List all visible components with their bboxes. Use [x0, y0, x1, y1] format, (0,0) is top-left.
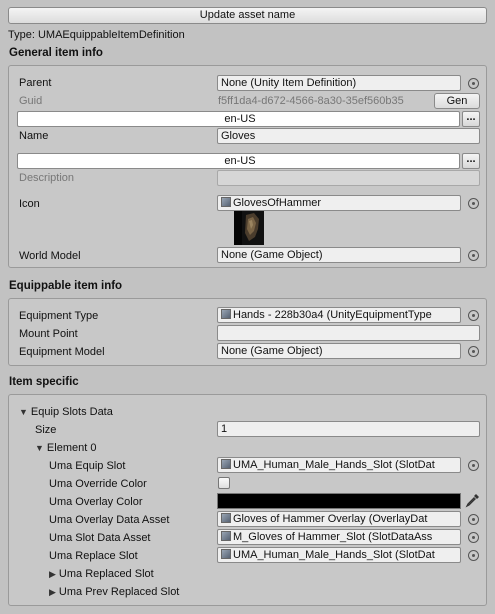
equip-slots-data-foldout[interactable]: ▼ Equip Slots Data	[19, 405, 113, 419]
locale-dots-button-description[interactable]: ...	[462, 153, 480, 169]
object-picker-icon[interactable]	[468, 514, 479, 525]
sprite-icon	[221, 197, 231, 207]
description-field[interactable]	[217, 170, 480, 186]
equipment-type-label: Equipment Type	[19, 310, 99, 322]
locale-field-name[interactable]: en-US	[17, 111, 460, 127]
icon-field-value: GlovesOfHammer	[233, 197, 322, 209]
uma-replace-slot-label: Uma Replace Slot	[49, 550, 138, 562]
object-picker-icon[interactable]	[468, 532, 479, 543]
description-label: Description	[19, 172, 75, 184]
world-model-label: World Model	[19, 250, 81, 262]
scriptable-object-icon	[221, 531, 231, 541]
scriptable-object-icon	[221, 459, 231, 469]
world-model-field[interactable]: None (Game Object)	[217, 247, 461, 263]
triangle-down-icon: ▼	[35, 443, 44, 453]
uma-slot-data-asset-field[interactable]: M_Gloves of Hammer_Slot (SlotDataAss	[217, 529, 461, 545]
object-picker-icon[interactable]	[468, 550, 479, 561]
object-picker-icon[interactable]	[468, 460, 479, 471]
object-picker-icon[interactable]	[468, 346, 479, 357]
scriptable-object-icon	[221, 549, 231, 559]
uma-equip-slot-label: Uma Equip Slot	[49, 460, 126, 472]
element-0-label: Element 0	[46, 442, 97, 454]
parent-label: Parent	[19, 77, 52, 89]
locale-field-description[interactable]: en-US	[17, 153, 460, 169]
uma-override-color-checkbox[interactable]	[218, 477, 230, 489]
uma-equip-slot-value: UMA_Human_Male_Hands_Slot (SlotDat	[233, 459, 435, 471]
icon-label: Icon	[19, 198, 40, 210]
guid-value: f5ff1da4-d672-4566-8a30-35ef560b35	[218, 95, 404, 107]
eyedropper-icon[interactable]	[465, 492, 481, 508]
equipment-model-label: Equipment Model	[19, 346, 105, 358]
mount-point-label: Mount Point	[19, 328, 78, 340]
gen-button[interactable]: Gen	[434, 93, 480, 109]
name-field[interactable]: Gloves	[217, 128, 480, 144]
item-specific-header: Item specific	[5, 373, 490, 391]
triangle-right-icon: ▶	[49, 587, 56, 597]
element-0-foldout[interactable]: ▼ Element 0	[35, 441, 96, 455]
object-picker-icon[interactable]	[468, 78, 479, 89]
scriptable-object-icon	[221, 309, 231, 319]
general-item-info-header: General item info	[5, 44, 490, 62]
icon-field[interactable]: GlovesOfHammer	[217, 195, 461, 211]
triangle-right-icon: ▶	[49, 569, 56, 579]
uma-overlay-color-swatch[interactable]	[217, 493, 461, 509]
uma-overlay-data-asset-value: Gloves of Hammer Overlay (OverlayDat	[233, 513, 428, 525]
equip-slots-data-label: Equip Slots Data	[30, 406, 113, 418]
uma-prev-replaced-slot-label: Uma Prev Replaced Slot	[58, 586, 180, 598]
equipment-type-field[interactable]: Hands - 228b30a4 (UnityEquipmentType	[217, 307, 461, 323]
triangle-down-icon: ▼	[19, 407, 28, 417]
uma-override-color-label: Uma Override Color	[49, 478, 147, 490]
equipment-model-field[interactable]: None (Game Object)	[217, 343, 461, 359]
scriptable-object-icon	[221, 513, 231, 523]
uma-overlay-data-asset-label: Uma Overlay Data Asset	[49, 514, 170, 526]
size-label: Size	[35, 424, 57, 436]
uma-replace-slot-value: UMA_Human_Male_Hands_Slot (SlotDat	[233, 549, 435, 561]
mount-point-field[interactable]	[217, 325, 480, 341]
uma-replaced-slot-label: Uma Replaced Slot	[58, 568, 154, 580]
equipment-type-value: Hands - 228b30a4 (UnityEquipmentType	[233, 309, 432, 321]
uma-replace-slot-field[interactable]: UMA_Human_Male_Hands_Slot (SlotDat	[217, 547, 461, 563]
object-picker-icon[interactable]	[468, 198, 479, 209]
object-picker-icon[interactable]	[468, 250, 479, 261]
uma-prev-replaced-slot-foldout[interactable]: ▶ Uma Prev Replaced Slot	[49, 585, 179, 599]
type-label: Type: UMAEquippableItemDefinition	[8, 29, 185, 41]
uma-overlay-data-asset-field[interactable]: Gloves of Hammer Overlay (OverlayDat	[217, 511, 461, 527]
object-picker-icon[interactable]	[468, 310, 479, 321]
equippable-item-info-header: Equippable item info	[5, 277, 490, 295]
uma-equip-slot-field[interactable]: UMA_Human_Male_Hands_Slot (SlotDat	[217, 457, 461, 473]
uma-overlay-color-label: Uma Overlay Color	[49, 496, 143, 508]
size-field[interactable]: 1	[217, 421, 480, 437]
gloves-preview-image	[234, 211, 264, 245]
name-label: Name	[19, 130, 49, 142]
update-asset-name-button[interactable]: Update asset name	[8, 7, 487, 24]
locale-dots-button-name[interactable]: ...	[462, 111, 480, 127]
uma-slot-data-asset-value: M_Gloves of Hammer_Slot (SlotDataAss	[233, 531, 433, 543]
uma-replaced-slot-foldout[interactable]: ▶ Uma Replaced Slot	[49, 567, 154, 581]
parent-field[interactable]: None (Unity Item Definition)	[217, 75, 461, 91]
guid-label: Guid	[19, 95, 43, 107]
uma-slot-data-asset-label: Uma Slot Data Asset	[49, 532, 151, 544]
